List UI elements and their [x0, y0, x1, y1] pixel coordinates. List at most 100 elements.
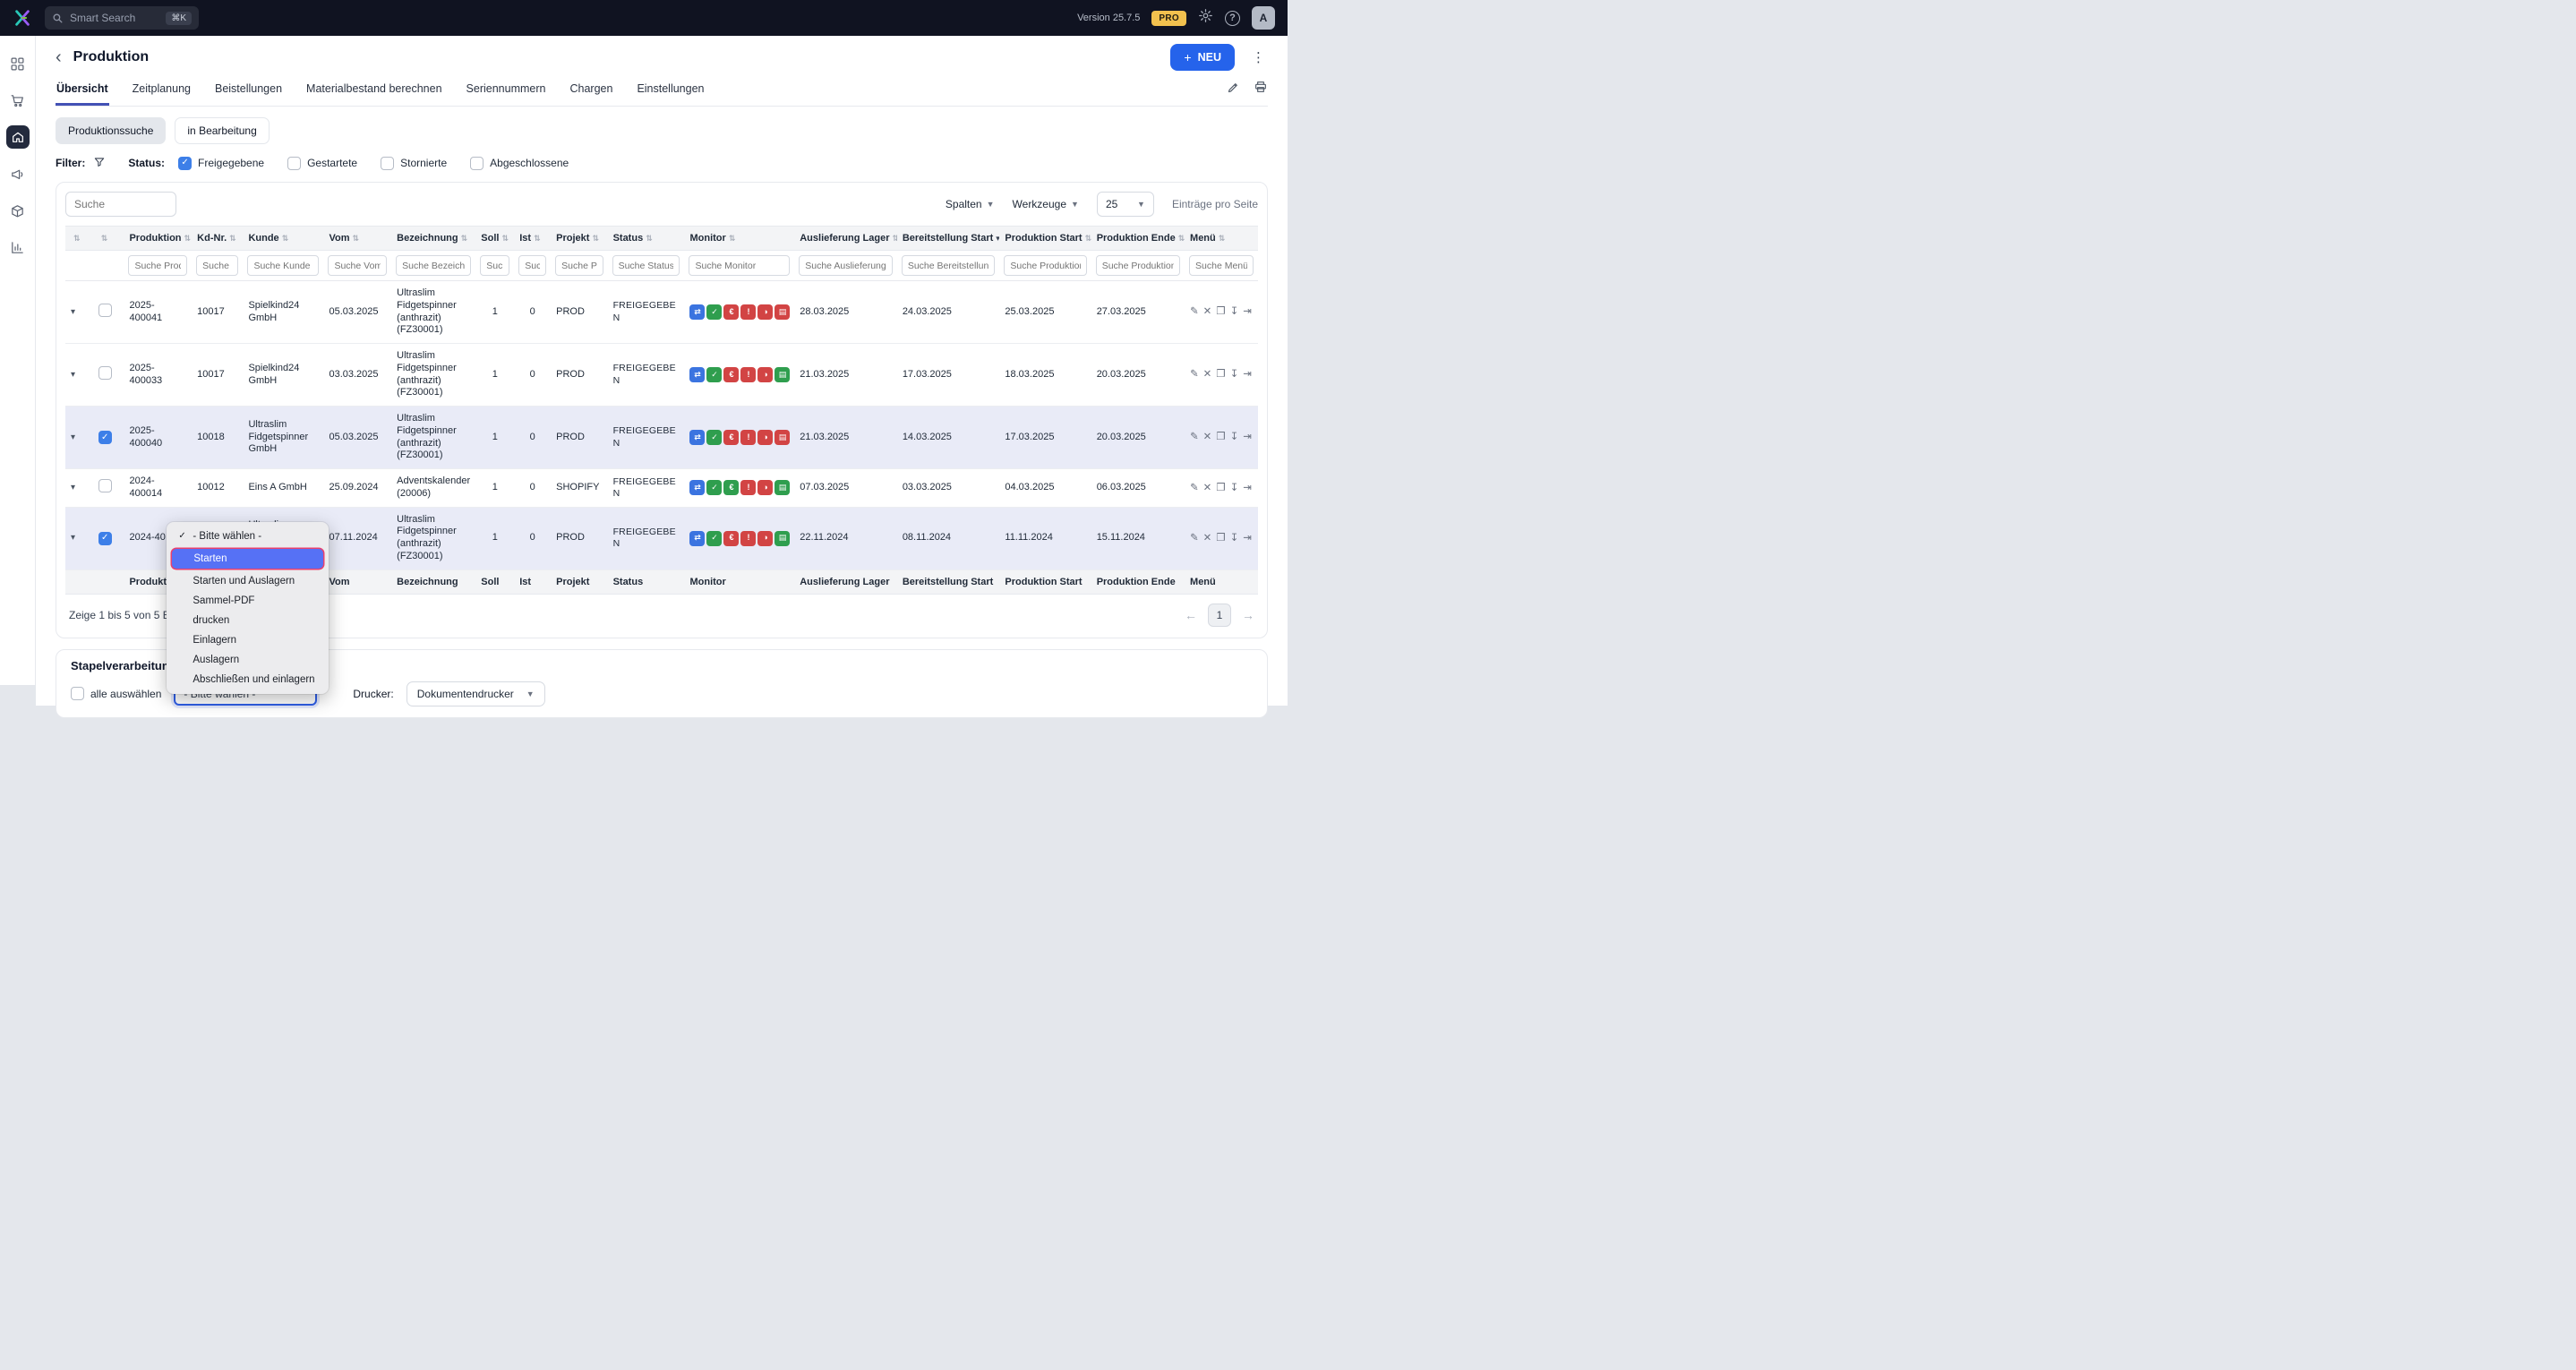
row-edit-icon[interactable]: ✎ [1190, 305, 1199, 318]
sidebar-item-marketing-megaphone-icon[interactable] [6, 162, 30, 185]
column-filter-input[interactable] [555, 255, 603, 276]
more-options-kebab-icon[interactable]: ⋮ [1249, 49, 1268, 65]
print-page-printer-icon[interactable] [1254, 80, 1268, 98]
help-icon[interactable]: ? [1225, 11, 1240, 26]
sidebar-item-production[interactable] [6, 125, 30, 149]
column-header-kunde[interactable]: Kunde⇅ [243, 227, 323, 251]
column-filter-input[interactable] [396, 255, 471, 276]
new-button[interactable]: + NEU [1170, 44, 1235, 71]
tab-übersicht[interactable]: Übersicht [56, 75, 109, 106]
column-filter-input[interactable] [902, 255, 996, 276]
select-all-option[interactable]: alle auswählen [71, 687, 161, 700]
edit-page-pencil-icon[interactable] [1227, 81, 1240, 98]
column-filter-input[interactable] [480, 255, 509, 276]
column-filter-input[interactable] [328, 255, 387, 276]
status-filter-freigegebene[interactable]: ✓Freigegebene [178, 157, 264, 170]
column-header-bereitstellung-start[interactable]: Bereitstellung Start▾ [897, 227, 1000, 251]
sidebar-item-apps[interactable] [6, 52, 30, 75]
column-header-kd-nr[interactable]: Kd-Nr.⇅ [192, 227, 243, 251]
smart-search-input[interactable]: Smart Search ⌘K [45, 6, 199, 30]
row-checkbox[interactable] [98, 366, 112, 380]
status-filter-abgeschlossene[interactable]: Abgeschlossene [470, 157, 569, 170]
tab-zeitplanung[interactable]: Zeitplanung [132, 75, 192, 106]
row-copy-icon[interactable]: ❐ [1216, 305, 1225, 318]
view-pill-produktionssuche[interactable]: Produktionssuche [56, 117, 166, 144]
row-cancel-icon[interactable]: ✕ [1203, 368, 1212, 381]
column-header-soll[interactable]: Soll⇅ [475, 227, 514, 251]
row-pdf-icon[interactable]: ↧ [1230, 305, 1239, 318]
previous-page-arrow-icon[interactable]: ← [1185, 608, 1197, 622]
column-filter-input[interactable] [1189, 255, 1254, 276]
columns-dropdown-button[interactable]: Spalten ▼ [946, 198, 995, 210]
tab-materialbestand-berechnen[interactable]: Materialbestand berechnen [305, 75, 443, 106]
row-cancel-icon[interactable]: ✕ [1203, 482, 1212, 494]
row-copy-icon[interactable]: ❐ [1216, 482, 1225, 494]
row-checkbox[interactable] [98, 479, 112, 492]
column-filter-input[interactable] [1096, 255, 1180, 276]
column-filter-input[interactable] [1004, 255, 1086, 276]
row-edit-icon[interactable]: ✎ [1190, 431, 1199, 443]
expand-row-chevron-icon[interactable]: ▾ [71, 370, 75, 380]
column-filter-input[interactable] [128, 255, 187, 276]
view-pill-in-bearbeitung[interactable]: in Bearbeitung [175, 117, 269, 144]
dropdown-item-einlagern[interactable]: Einlagern [171, 630, 323, 650]
row-edit-icon[interactable]: ✎ [1190, 368, 1199, 381]
row-checkbox[interactable]: ✓ [98, 431, 112, 444]
sidebar-item-inventory-box-icon[interactable] [6, 199, 30, 222]
column-header-monitor[interactable]: Monitor⇅ [684, 227, 794, 251]
column-filter-input[interactable] [247, 255, 319, 276]
select-column-header[interactable]: ⇅ [93, 227, 124, 251]
expand-row-chevron-icon[interactable]: ▾ [71, 432, 75, 442]
column-filter-input[interactable] [518, 255, 546, 276]
select-all-checkbox[interactable] [71, 687, 84, 700]
dropdown-item-sammel-pdf[interactable]: Sammel-PDF [171, 591, 323, 611]
expand-row-chevron-icon[interactable]: ▾ [71, 533, 75, 543]
funnel-icon[interactable] [93, 156, 106, 171]
expand-column-header[interactable]: ⇅ [65, 227, 93, 251]
tab-seriennummern[interactable]: Seriennummern [466, 75, 547, 106]
row-copy-icon[interactable]: ❐ [1216, 431, 1225, 443]
column-filter-input[interactable] [799, 255, 893, 276]
checkbox-abgeschlossene[interactable] [470, 157, 484, 170]
tab-chargen[interactable]: Chargen [569, 75, 613, 106]
dropdown-item-abschließen-und-einlagern[interactable]: Abschließen und einlagern [171, 670, 323, 689]
row-edit-icon[interactable]: ✎ [1190, 532, 1199, 544]
column-header-produktion-ende[interactable]: Produktion Ende⇅ [1091, 227, 1185, 251]
back-chevron-icon[interactable]: ‹ [56, 48, 62, 66]
row-copy-icon[interactable]: ❐ [1216, 532, 1225, 544]
row-pdf-icon[interactable]: ↧ [1230, 482, 1239, 494]
column-filter-input[interactable] [196, 255, 238, 276]
expand-row-chevron-icon[interactable]: ▾ [71, 307, 75, 317]
tab-beistellungen[interactable]: Beistellungen [214, 75, 283, 106]
column-header-menü[interactable]: Menü⇅ [1185, 227, 1258, 251]
row-pdf-icon[interactable]: ↧ [1230, 532, 1239, 544]
row-cancel-icon[interactable]: ✕ [1203, 305, 1212, 318]
status-filter-gestartete[interactable]: Gestartete [287, 157, 357, 170]
tools-dropdown-button[interactable]: Werkzeuge ▼ [1013, 198, 1079, 210]
row-store-icon[interactable]: ⇥ [1243, 532, 1252, 544]
status-filter-stornierte[interactable]: Stornierte [381, 157, 447, 170]
page-size-select[interactable]: 25 ▼ [1097, 192, 1154, 217]
column-header-bezeichnung[interactable]: Bezeichnung⇅ [391, 227, 475, 251]
row-checkbox[interactable] [98, 304, 112, 317]
dropdown-item-auslagern[interactable]: Auslagern [171, 650, 323, 670]
settings-gear-icon[interactable] [1198, 8, 1213, 28]
checkbox-gestartete[interactable] [287, 157, 301, 170]
column-header-vom[interactable]: Vom⇅ [323, 227, 391, 251]
next-page-arrow-icon[interactable]: → [1242, 608, 1254, 622]
sidebar-item-analytics-chart-icon[interactable] [6, 235, 30, 259]
row-checkbox[interactable]: ✓ [98, 532, 112, 545]
column-header-auslieferung-lager[interactable]: Auslieferung Lager⇅ [794, 227, 897, 251]
column-header-ist[interactable]: Ist⇅ [514, 227, 551, 251]
row-store-icon[interactable]: ⇥ [1243, 431, 1252, 443]
row-copy-icon[interactable]: ❐ [1216, 368, 1225, 381]
row-store-icon[interactable]: ⇥ [1243, 305, 1252, 318]
printer-select[interactable]: Dokumentendrucker ▼ [407, 681, 545, 706]
dropdown-item-drucken[interactable]: drucken [171, 611, 323, 630]
expand-row-chevron-icon[interactable]: ▾ [71, 483, 75, 492]
row-cancel-icon[interactable]: ✕ [1203, 431, 1212, 443]
avatar[interactable]: A [1252, 6, 1275, 30]
column-header-produktion[interactable]: Produktion⇅ [124, 227, 192, 251]
column-filter-input[interactable] [689, 255, 790, 276]
dropdown-item-bitte-wählen[interactable]: ✓- Bitte wählen - [171, 527, 323, 546]
